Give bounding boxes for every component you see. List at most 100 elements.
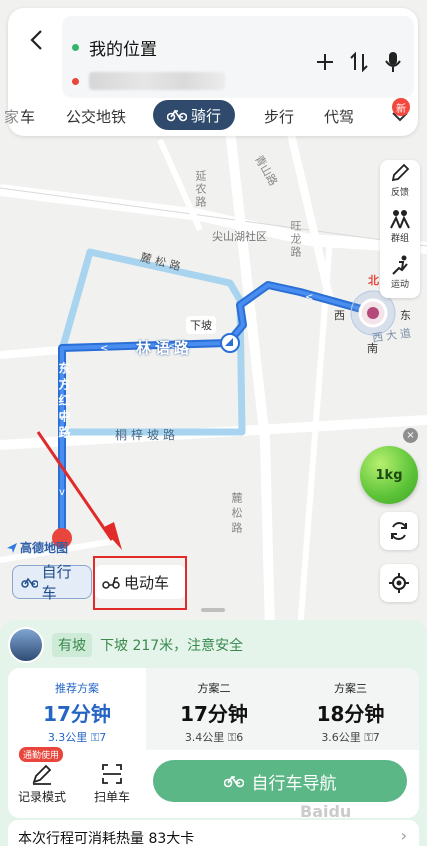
group-icon [390,210,410,229]
chevron-right-icon: › [400,826,407,845]
plan-name: 方案二 [197,682,231,695]
calorie-row[interactable]: 本次行程可消耗热量 83大卡 › [8,820,419,846]
sport-label: 运动 [390,280,409,290]
more-modes-button[interactable]: 新 [388,98,412,128]
slope-info[interactable]: 有坡 下坡 217米，注意安全 [8,627,244,663]
scan-icon [102,764,122,784]
plan-meta: 3.6公里 ⚿7 [282,729,419,745]
map-label-tongzipo: 桐梓坡路 [115,428,180,442]
plan-time: 18分钟 [316,702,385,726]
destination-dot-icon [72,77,79,85]
bike-option[interactable]: 自行车 [12,563,92,602]
input-actions [314,50,404,74]
map-label-dongfanghong: 东方红中路 [57,362,71,442]
bike-option-label: 自行车 [41,563,72,602]
feedback-label: 反馈 [390,188,409,198]
plan-distance: 3.4公里 [184,731,225,744]
destination-field[interactable] [72,66,225,96]
plan-lights: 6 [236,731,244,744]
tab-walking[interactable]: 步行 [264,106,294,127]
bicycle-icon [223,775,244,788]
origin-field[interactable]: 我的位置 [72,32,157,62]
map-label-yanong: 延农路 [194,170,207,209]
pencil-icon [391,163,410,182]
destination-blurred [89,72,225,90]
scan-bike-button[interactable]: 扫单车 [84,762,140,805]
map-tools-panel: 反馈 群组 运动 [380,160,420,298]
plan-meta: 3.3公里 ⚿7 [8,729,146,745]
bicycle-icon [21,577,38,588]
map-label-downhill: 下坡 [186,316,216,334]
running-icon [392,255,408,275]
sport-button[interactable]: 运动 [380,254,420,298]
logo-arrow-icon [7,542,17,553]
record-mode-button[interactable]: 记录模式 [14,762,70,805]
record-mode-label: 记录模式 [17,790,66,804]
refresh-icon [391,522,407,540]
locate-button[interactable] [380,564,418,602]
tab-rideshare[interactable]: 代驾 [324,106,354,127]
group-label: 群组 [390,234,409,244]
plan-option-3[interactable]: 方案三 18分钟 3.6公里 ⚿7 [282,668,419,748]
navigate-label: 自行车导航 [251,773,337,794]
commute-badge: 通勤使用 [19,747,64,762]
compass-north: 北 [368,274,379,287]
microphone-icon [385,52,401,72]
slope-tag: 有坡 [52,633,92,657]
origin-text: 我的位置 [89,39,157,60]
plan-distance: 3.6公里 [321,731,361,744]
feedback-button[interactable]: 反馈 [380,162,420,206]
map-label-lisong-south: 麓松路 [230,492,243,537]
map-label-jianshan: 尖山湖社区 [212,230,267,243]
traffic-light-icon: ⚿ [227,731,237,744]
origin-dot-icon [72,43,79,51]
close-bubble-button[interactable]: × [403,428,418,443]
compass-east: 东 [400,309,411,322]
tab-cycling[interactable]: 骑行 [153,100,236,130]
route-inputs: 我的位置 [62,16,414,98]
swap-button[interactable] [348,50,370,74]
group-button[interactable]: 群组 [380,208,420,252]
back-button[interactable] [16,16,56,64]
new-badge: 新 [392,98,410,116]
refresh-route-button[interactable] [380,512,418,550]
plan-option-1[interactable]: 推荐方案 17分钟 3.3公里 ⚿7 [8,668,146,748]
svg-text:<: < [305,292,313,303]
pen-record-icon [32,764,52,785]
scan-bike-label: 扫单车 [93,790,130,804]
mountain-icon [8,627,44,663]
tab-prefix-fragment[interactable]: 家 [4,106,19,127]
plan-name: 方案三 [334,682,367,695]
voice-button[interactable] [382,50,404,74]
compass-west: 西 [334,309,345,322]
travel-mode-tabs: 家 车 公交地铁 骑行 步行 代驾 新 [4,98,418,132]
amap-logo: 高德地图 [6,539,68,556]
plan-distance: 3.3公里 [47,731,88,744]
logo-text: 高德地图 [20,541,69,555]
bicycle-icon [167,109,187,122]
tab-transit[interactable]: 公交地铁 [66,106,126,127]
add-stop-button[interactable] [314,50,336,74]
plan-lights: 7 [99,731,107,744]
watermark: Baidu [300,802,352,821]
back-arrow-icon [30,30,42,50]
plan-name: 推荐方案 [55,682,99,695]
sheet-handle[interactable] [201,608,225,612]
tab-car[interactable]: 车 [20,106,35,127]
plan-time: 17分钟 [43,702,111,726]
locate-icon [389,573,409,593]
traffic-light-icon: ⚿ [90,731,100,744]
start-navigation-button[interactable]: 自行车导航 [153,760,407,802]
traffic-light-icon: ⚿ [364,731,373,744]
calorie-text: 本次行程可消耗热量 83大卡 [18,831,195,846]
plan-time: 17分钟 [180,702,248,726]
calorie-bubble[interactable]: 1kg [360,446,418,504]
swap-icon [350,52,368,72]
route-search-card: 我的位置 家 车 公交地铁 骑行 步行 代驾 新 [4,8,418,136]
map-label-linyu: 林语路 [136,339,194,357]
plan-meta: 3.4公里 ⚿6 [146,729,282,745]
slope-description: 下坡 217米，注意安全 [100,638,244,654]
plus-icon [317,54,333,70]
plan-option-2[interactable]: 方案二 17分钟 3.4公里 ⚿6 [146,668,282,748]
map-label-wanglong: 旺龙路 [289,220,302,259]
